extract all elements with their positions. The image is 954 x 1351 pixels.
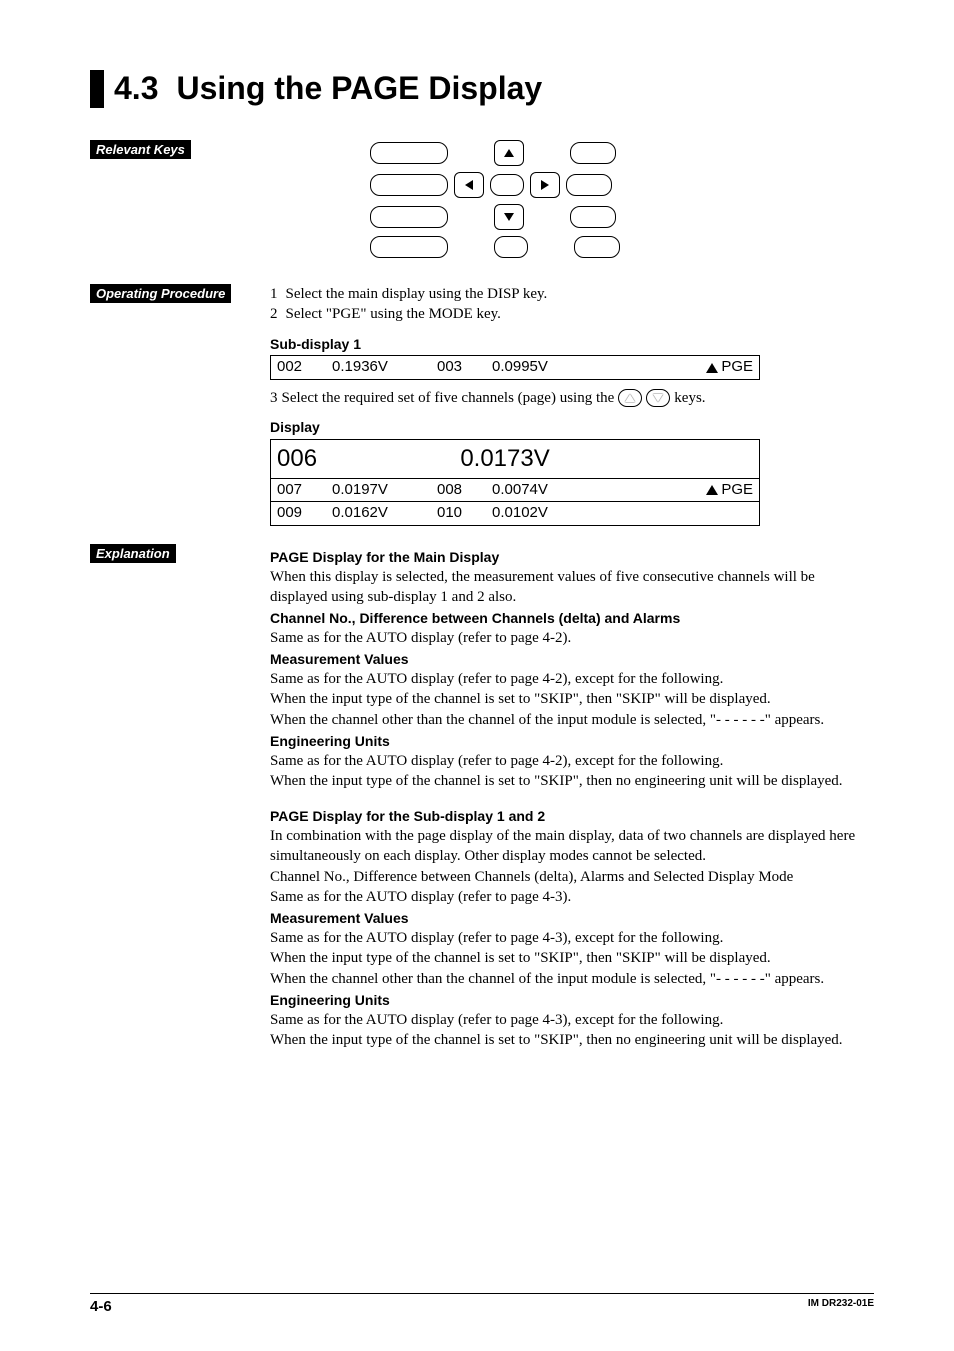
page-title: 4.3 Using the PAGE Display xyxy=(90,70,874,108)
key-blank xyxy=(570,142,616,164)
arrow-down-key-icon xyxy=(646,389,670,407)
arrow-right-key xyxy=(530,172,560,198)
triangle-up-icon xyxy=(706,363,718,373)
paragraph: Same as for the AUTO display (refer to p… xyxy=(270,887,874,907)
step-text: Select "PGE" using the MODE key. xyxy=(286,304,501,324)
paragraph: When the input type of the channel is se… xyxy=(270,771,874,791)
paragraph: When the channel other than the channel … xyxy=(270,710,874,730)
key-blank xyxy=(574,236,620,258)
explanation-label: Explanation xyxy=(90,544,176,563)
paragraph: In combination with the page display of … xyxy=(270,826,874,867)
subdisplay1-lcd: 002 0.1936V 003 0.0995V PGE xyxy=(270,355,760,379)
paragraph: Same as for the AUTO display (refer to p… xyxy=(270,928,874,948)
step-number: 1 xyxy=(270,284,278,304)
lcd-value: 0.0197V xyxy=(332,480,437,500)
subheading: Engineering Units xyxy=(270,732,874,751)
key-blank xyxy=(566,174,612,196)
arrow-down-key xyxy=(494,204,524,230)
relevant-keys-label: Relevant Keys xyxy=(90,140,191,159)
key-blank xyxy=(570,206,616,228)
keypad-diagram xyxy=(370,140,874,258)
paragraph: Same as for the AUTO display (refer to p… xyxy=(270,628,874,648)
heading: PAGE Display for the Main Display xyxy=(270,548,874,567)
key-blank xyxy=(370,236,448,258)
title-accent-bar xyxy=(90,70,104,108)
triangle-up-icon xyxy=(706,485,718,495)
paragraph: Same as for the AUTO display (refer to p… xyxy=(270,751,874,771)
paragraph: When this display is selected, the measu… xyxy=(270,567,874,608)
lcd-channel: 002 xyxy=(277,357,332,377)
lcd-channel: 009 xyxy=(277,503,332,523)
paragraph: Same as for the AUTO display (refer to p… xyxy=(270,1010,874,1030)
step-text: Select the required set of five channels… xyxy=(282,388,615,408)
step-1: 1 Select the main display using the DISP… xyxy=(270,284,874,304)
step-text: keys. xyxy=(674,388,705,408)
document-id: IM DR232-01E xyxy=(808,1298,874,1315)
page-number: 4-6 xyxy=(90,1298,112,1315)
key-blank xyxy=(490,174,524,196)
arrow-left-key xyxy=(454,172,484,198)
lcd-channel-big: 006 xyxy=(277,443,317,475)
lcd-channel: 003 xyxy=(437,357,492,377)
lcd-mode: PGE xyxy=(721,480,753,500)
paragraph: Channel No., Difference between Channels… xyxy=(270,867,874,887)
lcd-channel: 010 xyxy=(437,503,492,523)
arrow-up-key xyxy=(494,140,524,166)
lcd-mode: PGE xyxy=(721,357,753,377)
display-lcd: 006 0.0173V 007 0.0197V 008 0.0074V PGE … xyxy=(270,439,760,526)
paragraph: When the input type of the channel is se… xyxy=(270,948,874,968)
subheading: Measurement Values xyxy=(270,650,874,669)
section-number: 4.3 xyxy=(114,70,158,107)
lcd-value: 0.0074V xyxy=(492,480,597,500)
step-number: 2 xyxy=(270,304,278,324)
lcd-value: 0.0995V xyxy=(492,357,597,377)
lcd-value-big: 0.0173V xyxy=(317,443,693,475)
operating-procedure-label: Operating Procedure xyxy=(90,284,231,303)
key-blank xyxy=(370,206,448,228)
lcd-channel: 008 xyxy=(437,480,492,500)
section-title: Using the PAGE Display xyxy=(176,70,542,107)
paragraph: When the input type of the channel is se… xyxy=(270,1030,874,1050)
subheading: Measurement Values xyxy=(270,909,874,928)
subheading: Channel No., Difference between Channels… xyxy=(270,609,874,628)
arrow-up-key-icon xyxy=(618,389,642,407)
step-number: 3 xyxy=(270,388,278,408)
display-label: Display xyxy=(270,418,874,437)
key-blank xyxy=(370,174,448,196)
lcd-value: 0.1936V xyxy=(332,357,437,377)
paragraph: Same as for the AUTO display (refer to p… xyxy=(270,669,874,689)
heading: PAGE Display for the Sub-display 1 and 2 xyxy=(270,807,874,826)
lcd-channel: 007 xyxy=(277,480,332,500)
lcd-value: 0.0102V xyxy=(492,503,597,523)
key-blank xyxy=(494,236,528,258)
lcd-value: 0.0162V xyxy=(332,503,437,523)
key-blank xyxy=(370,142,448,164)
paragraph: When the input type of the channel is se… xyxy=(270,689,874,709)
subdisplay1-label: Sub-display 1 xyxy=(270,335,874,354)
page-footer: 4-6 IM DR232-01E xyxy=(90,1293,874,1315)
step-2: 2 Select "PGE" using the MODE key. xyxy=(270,304,874,324)
subheading: Engineering Units xyxy=(270,991,874,1010)
step-3: 3 Select the required set of five channe… xyxy=(270,388,874,408)
step-text: Select the main display using the DISP k… xyxy=(286,284,548,304)
paragraph: When the channel other than the channel … xyxy=(270,969,874,989)
